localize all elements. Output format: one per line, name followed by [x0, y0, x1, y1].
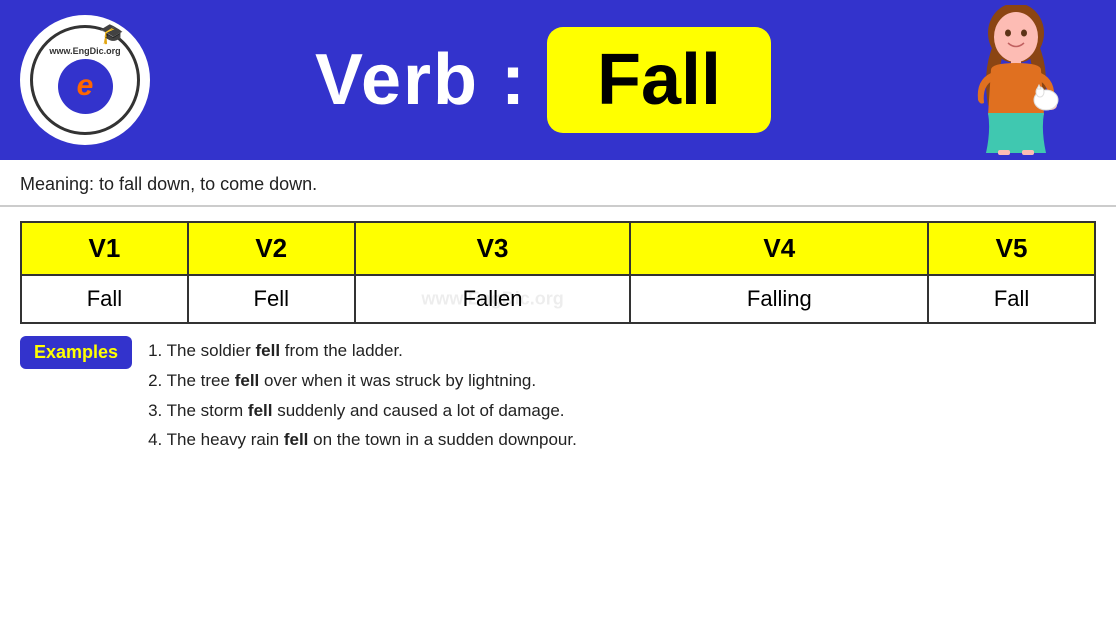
examples-badge: Examples [20, 336, 132, 369]
col-v2: V2 [188, 222, 355, 275]
example-1: 1. The soldier fell from the ladder. [148, 336, 577, 366]
header-title: Verb : Fall [150, 27, 936, 133]
cell-v2: Fell [188, 275, 355, 323]
verb-box: Fall [547, 27, 771, 133]
table-header-row: V1 V2 V3 V4 V5 [21, 222, 1095, 275]
girl-svg [956, 5, 1076, 155]
cell-v3: Fallen www.EngDic.org [355, 275, 631, 323]
cell-v1: Fall [21, 275, 188, 323]
verb-table: V1 V2 V3 V4 V5 Fall Fell Fallen www.EngD… [20, 221, 1096, 324]
meaning-section: Meaning: to fall down, to come down. [0, 160, 1116, 207]
meaning-text: Meaning: to fall down, to come down. [20, 174, 317, 194]
logo-letter: e [77, 69, 94, 103]
col-v5: V5 [928, 222, 1095, 275]
header: 🎓 www.EngDic.org e Verb : Fall [0, 0, 1116, 160]
example-4: 4. The heavy rain fell on the town in a … [148, 425, 577, 455]
table-row: Fall Fell Fallen www.EngDic.org Falling … [21, 275, 1095, 323]
examples-list: 1. The soldier fell from the ladder. 2. … [148, 336, 577, 455]
cell-v5: Fall [928, 275, 1095, 323]
col-v4: V4 [630, 222, 928, 275]
grad-cap-icon: 🎓 [100, 20, 127, 46]
col-v3: V3 [355, 222, 631, 275]
verb-word: Fall [597, 39, 721, 121]
example-2: 2. The tree fell over when it was struck… [148, 366, 577, 396]
logo: 🎓 www.EngDic.org e [20, 15, 150, 145]
cell-v4: Falling [630, 275, 928, 323]
logo-top-text: www.EngDic.org [49, 46, 120, 57]
character-image [936, 5, 1096, 155]
example-3: 3. The storm fell suddenly and caused a … [148, 396, 577, 426]
examples-section: Examples 1. The soldier fell from the la… [20, 336, 1096, 455]
logo-e-circle: e [58, 59, 113, 114]
verb-label: Verb : [315, 39, 527, 121]
col-v1: V1 [21, 222, 188, 275]
